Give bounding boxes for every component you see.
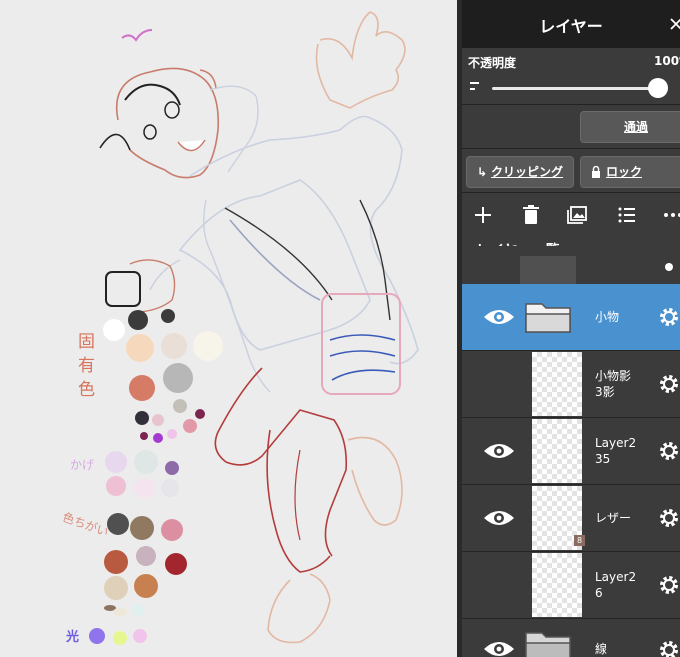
opacity-decrease-button[interactable]	[470, 82, 479, 84]
list-icon[interactable]	[616, 204, 638, 226]
opacity-slider[interactable]	[492, 87, 658, 90]
blend-mode-button[interactable]: 通過	[580, 111, 680, 143]
layer-row[interactable]: Layer2 35	[462, 418, 680, 485]
panel-header: レイヤー	[462, 0, 680, 48]
gear-icon[interactable]	[658, 507, 680, 529]
lock-icon	[592, 166, 600, 178]
layer-panel: レイヤー 不透明度 100% 通過 ↳クリッピング ロック レイヤー一覧	[462, 0, 680, 657]
eye-icon[interactable]	[482, 508, 516, 528]
layer-name: 小物	[595, 310, 620, 324]
folder-thumbnail	[520, 256, 576, 284]
gear-icon[interactable]	[658, 373, 680, 395]
layer-name: 小物影 3影	[595, 369, 632, 399]
blend-mode-label: 通過	[623, 120, 648, 134]
eye-icon[interactable]	[482, 441, 516, 461]
caption-base-color: 固有色	[78, 332, 95, 400]
layer-thumbnail	[532, 419, 582, 483]
layer-name: レザー	[595, 511, 632, 525]
gear-icon[interactable]	[658, 440, 680, 462]
caption-light: 光	[66, 630, 80, 645]
layer-name: 線	[595, 642, 608, 656]
clipping-button[interactable]: ↳ クリッピング	[466, 156, 574, 188]
layer-thumbnail	[532, 553, 582, 617]
divider	[462, 148, 680, 149]
minus-underline-icon	[470, 88, 475, 90]
gear-icon[interactable]	[658, 260, 680, 274]
layer-name: Layer2 6	[595, 570, 637, 600]
layer-row[interactable]: 小物影 3影	[462, 351, 680, 418]
drawing-canvas[interactable]: 固有色 かげ 色ちがい 光	[0, 0, 457, 657]
layer-row[interactable]: 小物	[462, 284, 680, 351]
gear-icon[interactable]	[658, 639, 680, 657]
clipping-arrow-icon: ↳	[476, 165, 488, 179]
more-icon[interactable]	[662, 204, 680, 226]
divider	[462, 104, 680, 105]
clipping-label: クリッピング	[491, 165, 564, 179]
layer-badge: 8	[574, 535, 586, 546]
lock-label: ロック	[605, 165, 642, 179]
trash-icon[interactable]	[520, 204, 542, 226]
character-sketch	[89, 11, 419, 645]
layer-row[interactable]: Layer2 6	[462, 552, 680, 619]
gear-icon[interactable]	[658, 306, 680, 328]
gear-icon[interactable]	[658, 574, 680, 596]
layer-name: Layer2 35	[595, 436, 637, 466]
layer-row[interactable]: 8 レザー	[462, 485, 680, 552]
caption-shadow: かげ	[70, 458, 95, 472]
folder-icon	[525, 632, 571, 657]
layer-row-partial[interactable]	[462, 246, 680, 285]
layer-row[interactable]: 線	[462, 619, 680, 657]
opacity-label: 不透明度	[468, 56, 517, 70]
eye-icon[interactable]	[482, 639, 516, 657]
add-icon[interactable]	[472, 204, 494, 226]
opacity-value: 100%	[654, 54, 680, 68]
lock-button[interactable]: ロック	[580, 156, 680, 188]
panel-title: レイヤー	[539, 17, 603, 36]
folder-icon	[525, 303, 571, 333]
image-icon[interactable]	[566, 204, 588, 226]
divider	[462, 192, 680, 193]
opacity-slider-handle[interactable]	[648, 78, 668, 98]
layer-thumbnail	[532, 352, 582, 416]
close-icon[interactable]	[670, 18, 680, 30]
eye-icon[interactable]	[482, 307, 516, 327]
